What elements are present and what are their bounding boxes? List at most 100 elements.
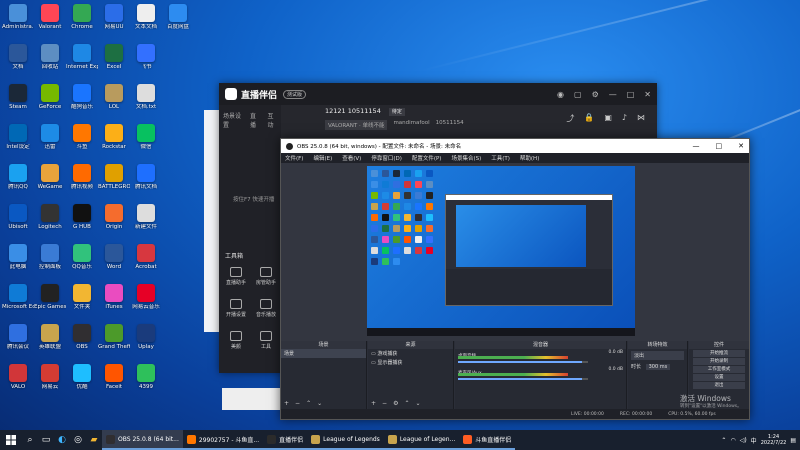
screenshot-icon[interactable]: ▢ <box>574 90 582 99</box>
menu-edit[interactable]: 编辑(E) <box>313 154 332 162</box>
desktop-icon[interactable]: Faceit <box>98 362 130 402</box>
desktop-icon[interactable]: 文档 <box>2 42 34 82</box>
network-icon[interactable]: ◠ <box>730 437 735 444</box>
desktop-icon[interactable]: BATTLEGROUNDS <box>98 162 130 202</box>
volume-slider[interactable] <box>458 378 588 380</box>
desktop-icon[interactable]: 英雄联盟 <box>34 322 66 362</box>
desktop-icon[interactable]: 文本文档 <box>130 2 162 42</box>
settings-icon[interactable]: ⚙ <box>592 90 599 99</box>
desktop-icon[interactable]: Chrome <box>66 2 98 42</box>
link-icon[interactable]: ⋈ <box>637 113 645 124</box>
desktop-icon[interactable]: Ubisoft <box>2 202 34 242</box>
chevron-up-icon[interactable]: ⌃ <box>721 437 726 444</box>
record-icon[interactable]: ▣ <box>604 113 612 124</box>
game-tag[interactable]: VALORANT · 单线不能 <box>325 120 388 130</box>
desktop-icon[interactable]: 腾讯QQ <box>2 162 34 202</box>
desktop-icon[interactable]: 回收站 <box>34 42 66 82</box>
desktop-icon[interactable]: Origin <box>98 202 130 242</box>
tool-room-admin[interactable]: 房管助手 <box>251 267 281 286</box>
menu-help[interactable]: 帮助(H) <box>520 154 539 162</box>
taskbar-app-button[interactable]: 斗鱼直播伴侣 <box>459 430 516 450</box>
search-icon[interactable]: ⌕ <box>22 430 38 450</box>
close-icon[interactable]: ✕ <box>738 142 744 150</box>
maximize-icon[interactable]: □ <box>627 90 635 99</box>
desktop-icon[interactable]: 网易云 <box>34 362 66 402</box>
desktop-icon[interactable]: 优酷 <box>66 362 98 402</box>
ime-icon[interactable]: 中 <box>751 436 757 445</box>
desktop-icon[interactable]: 飞书 <box>130 42 162 82</box>
desktop-icon[interactable]: 文件夹 <box>66 282 98 322</box>
desktop-icon[interactable]: 百度网盘 <box>162 2 194 42</box>
steam-icon[interactable]: ◎ <box>70 430 86 450</box>
tool-broadcast-settings[interactable]: 开播设置 <box>221 299 251 318</box>
up-icon[interactable]: ⌃ <box>306 400 311 407</box>
tab-live[interactable]: 直播 <box>250 111 260 129</box>
start-streaming-button[interactable]: 开始推流 <box>693 350 745 357</box>
obs-titlebar[interactable]: OBS 25.0.8 (64 bit, windows) - 配置文件: 未命名… <box>281 139 749 153</box>
notification-icon[interactable]: ▤ <box>790 437 796 444</box>
desktop-icon[interactable]: OBS <box>66 322 98 362</box>
desktop-icon[interactable]: 此电脑 <box>2 242 34 282</box>
start-button[interactable] <box>0 430 22 450</box>
desktop-icon[interactable]: iTunes <box>98 282 130 322</box>
exit-button[interactable]: 退出 <box>693 382 745 389</box>
taskbar-app-button[interactable]: 直播伴侣 <box>263 430 308 450</box>
desktop-icon[interactable]: 网易云音乐 <box>130 282 162 322</box>
desktop-icon[interactable]: Administra... <box>2 2 34 42</box>
tool-live-helper[interactable]: 直播助手 <box>221 267 251 286</box>
desktop-icon[interactable]: 腾讯会议 <box>2 322 34 362</box>
obs-window[interactable]: OBS 25.0.8 (64 bit, windows) - 配置文件: 未命名… <box>280 138 750 420</box>
menu-scene-collection[interactable]: 场景集合(S) <box>451 154 481 162</box>
volume-slider[interactable] <box>458 361 588 363</box>
desktop-icon[interactable]: Microsoft Edge <box>2 282 34 322</box>
minimize-icon[interactable]: — <box>693 142 700 150</box>
taskbar-app-button[interactable]: 29902757 - 斗鱼直... <box>182 430 264 450</box>
desktop-icon[interactable]: QQ音乐 <box>66 242 98 282</box>
lock-icon[interactable]: 🔒 <box>584 113 594 124</box>
source-item[interactable]: ▭ 显示器捕获 <box>368 358 453 367</box>
up-icon[interactable]: ⌃ <box>404 400 409 407</box>
down-icon[interactable]: ⌄ <box>317 400 322 407</box>
start-recording-button[interactable]: 开始录制 <box>693 358 745 365</box>
desktop-icon[interactable]: GeForce <box>34 82 66 122</box>
desktop-icon[interactable]: Uplay <box>130 322 162 362</box>
bell-icon[interactable]: ♪ <box>622 113 627 124</box>
desktop-icon[interactable]: VALO <box>2 362 34 402</box>
transition-select[interactable]: 淡出 <box>631 351 684 360</box>
menu-docks[interactable]: 停靠窗口(D) <box>371 154 402 162</box>
menu-file[interactable]: 文件(F) <box>285 154 303 162</box>
remove-icon[interactable]: − <box>382 400 387 407</box>
taskbar-app-button[interactable]: League of Legends <box>307 430 384 450</box>
tool-music[interactable]: 音乐播放 <box>251 299 281 318</box>
minimize-icon[interactable]: — <box>609 90 617 99</box>
taskbar-app-button[interactable]: OBS 25.0.8 (64 bit... <box>102 430 183 450</box>
desktop-icon[interactable]: WeGame <box>34 162 66 202</box>
desktop-icon[interactable]: 新建文件 <box>130 202 162 242</box>
desktop-icon[interactable]: G HUB <box>66 202 98 242</box>
scene-item[interactable]: 场景 <box>281 349 366 358</box>
desktop-icon[interactable]: Valorant <box>34 2 66 42</box>
desktop-icon[interactable]: 斗鱼 <box>66 122 98 162</box>
desktop-icon[interactable]: Grand Theft Auto V <box>98 322 130 362</box>
desktop-icon[interactable]: Word <box>98 242 130 282</box>
clock[interactable]: 1:24 2022/7/22 <box>761 434 787 446</box>
studio-mode-button[interactable]: 工作室模式 <box>693 366 745 373</box>
gear-icon[interactable]: ⚙ <box>393 400 398 407</box>
desktop-icon[interactable]: 腾讯视频 <box>66 162 98 202</box>
edge-icon[interactable]: ◐ <box>54 430 70 450</box>
desktop-icon[interactable]: 4399 <box>130 362 162 402</box>
down-icon[interactable]: ⌄ <box>415 400 420 407</box>
close-icon[interactable]: ✕ <box>644 90 651 99</box>
desktop-icon[interactable]: Internet Explorer <box>66 42 98 82</box>
tab-scene[interactable]: 场景设置 <box>223 111 242 129</box>
settings-button[interactable]: 设置 <box>693 374 745 381</box>
add-icon[interactable]: + <box>371 400 376 407</box>
desktop-icon[interactable]: Epic Games <box>34 282 66 322</box>
tool-more[interactable]: 工具 <box>251 331 281 350</box>
desktop-icon[interactable]: 酷狗音乐 <box>66 82 98 122</box>
desktop-icon[interactable]: 网易UU <box>98 2 130 42</box>
desktop-icon[interactable]: Steam <box>2 82 34 122</box>
desktop-icon[interactable]: Acrobat <box>130 242 162 282</box>
maximize-icon[interactable]: □ <box>716 142 723 150</box>
menu-profile[interactable]: 配置文件(P) <box>412 154 442 162</box>
